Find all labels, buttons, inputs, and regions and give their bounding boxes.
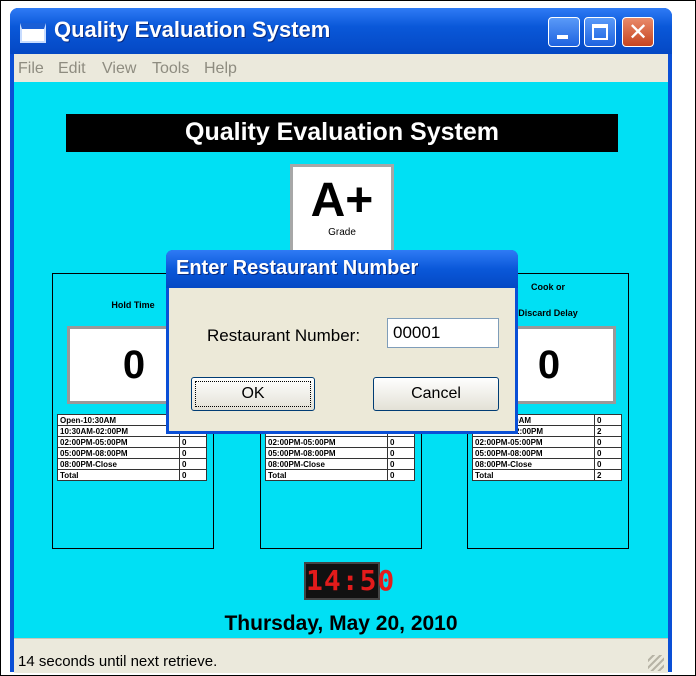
- table-row: Total 2: [472, 469, 622, 481]
- dialog-title-bar[interactable]: Enter Restaurant Number: [166, 250, 518, 288]
- digital-clock: 14:50: [304, 562, 394, 600]
- period-cell: 08:00PM-Close: [265, 458, 388, 470]
- restaurant-number-label: Restaurant Number:: [207, 326, 361, 345]
- period-cell: 08:00PM-Close: [472, 458, 595, 470]
- menu-edit[interactable]: Edit: [58, 60, 86, 78]
- table-row: Total 0: [57, 469, 207, 481]
- table-row: 08:00PM-Close 0: [472, 458, 622, 470]
- status-text: 14 seconds until next retrieve.: [18, 653, 218, 670]
- menu-help[interactable]: Help: [204, 60, 237, 78]
- count-cell: 2: [594, 469, 622, 481]
- period-cell: 10:30AM-02:00PM: [57, 425, 180, 437]
- period-cell: 02:00PM-05:00PM: [57, 436, 180, 448]
- main-window: Quality Evaluation System ✕ File Edit Vi…: [10, 8, 672, 673]
- menu-file[interactable]: File: [18, 60, 44, 78]
- count-cell: 0: [387, 458, 415, 470]
- period-cell: 05:00PM-08:00PM: [57, 447, 180, 459]
- date-label: Thursday, May 20, 2010: [224, 612, 458, 635]
- count-cell: 0: [179, 469, 207, 481]
- table-row: 02:00PM-05:00PM 0: [265, 436, 415, 448]
- maximize-button[interactable]: [584, 17, 616, 47]
- maximize-icon: [592, 24, 608, 40]
- count-cell: 0: [179, 458, 207, 470]
- table-row: Total 0: [265, 469, 415, 481]
- main-content: Quality Evaluation System A+ Grade Hold …: [14, 82, 668, 638]
- banner-title: Quality Evaluation System: [66, 114, 618, 152]
- title-bar[interactable]: Quality Evaluation System ✕: [10, 8, 672, 54]
- menu-bar: File Edit View Tools Help: [14, 54, 668, 82]
- status-bar: 14 seconds until next retrieve.: [14, 638, 668, 673]
- table-row: 05:00PM-08:00PM 0: [57, 447, 207, 459]
- period-cell: 08:00PM-Close: [57, 458, 180, 470]
- close-icon: ✕: [627, 18, 649, 46]
- table-row: 08:00PM-Close 0: [265, 458, 415, 470]
- menu-tools[interactable]: Tools: [152, 60, 189, 78]
- count-cell: 0: [387, 447, 415, 459]
- period-cell: 02:00PM-05:00PM: [472, 436, 595, 448]
- grade-value: A+: [310, 174, 374, 227]
- count-cell: 0: [387, 469, 415, 481]
- count-cell: 0: [387, 436, 415, 448]
- period-cell: Total: [57, 469, 180, 481]
- period-cell: Total: [265, 469, 388, 481]
- grade-box: A+ Grade: [290, 164, 394, 256]
- restaurant-number-input[interactable]: 00001: [387, 318, 499, 348]
- period-cell: 02:00PM-05:00PM: [265, 436, 388, 448]
- table-row: 05:00PM-08:00PM 0: [472, 447, 622, 459]
- count-cell: 2: [594, 425, 622, 437]
- cancel-button[interactable]: Cancel: [373, 377, 499, 411]
- resize-grip-icon[interactable]: [648, 655, 664, 671]
- ok-button[interactable]: OK: [191, 377, 315, 411]
- minimize-button[interactable]: [548, 17, 580, 47]
- table-row: 02:00PM-05:00PM 0: [57, 436, 207, 448]
- menu-view[interactable]: View: [102, 60, 136, 78]
- count-cell: 0: [594, 447, 622, 459]
- close-button[interactable]: ✕: [622, 17, 654, 47]
- dialog-body: Restaurant Number: 00001 OK Cancel: [169, 288, 515, 431]
- count-cell: 0: [594, 414, 622, 426]
- table-row: 02:00PM-05:00PM 0: [472, 436, 622, 448]
- period-cell: 05:00PM-08:00PM: [265, 447, 388, 459]
- dialog-title: Enter Restaurant Number: [176, 257, 419, 279]
- period-cell: 05:00PM-08:00PM: [472, 447, 595, 459]
- grade-label: Grade: [328, 227, 356, 238]
- table-row: 05:00PM-08:00PM 0: [265, 447, 415, 459]
- window-title: Quality Evaluation System: [54, 17, 331, 42]
- minimize-icon: [557, 35, 568, 39]
- count-cell: 0: [179, 436, 207, 448]
- restaurant-number-dialog: Enter Restaurant Number Restaurant Numbe…: [166, 250, 518, 434]
- count-cell: 0: [594, 436, 622, 448]
- period-cell: Total: [472, 469, 595, 481]
- period-cell: Open-10:30AM: [57, 414, 180, 426]
- table-row: 08:00PM-Close 0: [57, 458, 207, 470]
- count-cell: 0: [179, 447, 207, 459]
- count-cell: 0: [594, 458, 622, 470]
- app-window-icon: [20, 23, 46, 43]
